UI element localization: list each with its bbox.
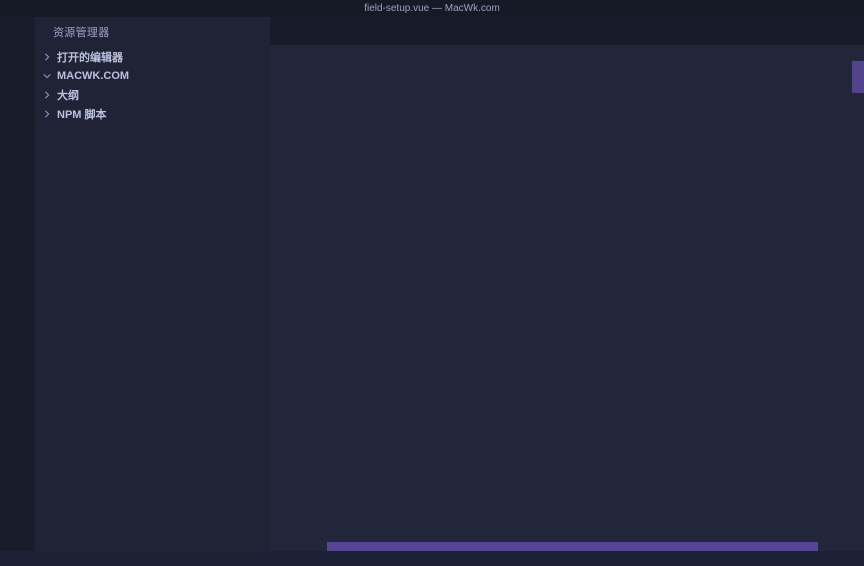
- npm-scripts-section[interactable]: NPM 脚本: [35, 104, 270, 123]
- title-bar: field-setup.vue — MacWk.com: [0, 0, 864, 17]
- breadcrumb: [270, 45, 864, 61]
- window-title: field-setup.vue — MacWk.com: [364, 3, 500, 14]
- code-editor[interactable]: [270, 61, 864, 551]
- open-editors-section[interactable]: 打开的编辑器: [35, 47, 270, 66]
- vertical-scrollbar[interactable]: [852, 61, 864, 93]
- activity-bar: [0, 17, 35, 551]
- chevron-right-icon: [42, 110, 52, 118]
- traffic-lights: [9, 4, 49, 12]
- chevron-right-icon: [42, 53, 52, 61]
- outline-section[interactable]: 大纲: [35, 85, 270, 104]
- chevron-down-icon: [42, 72, 52, 80]
- explorer-title: 资源管理器: [35, 17, 270, 47]
- minimize-window-button[interactable]: [25, 4, 33, 12]
- tab-bar: [270, 17, 864, 45]
- outline-label: 大纲: [57, 87, 79, 103]
- vscode-window: field-setup.vue — MacWk.com 资源管理器 打开的编辑器…: [0, 0, 864, 566]
- horizontal-scrollbar[interactable]: [327, 542, 818, 551]
- minimap[interactable]: [818, 61, 852, 551]
- workspace-section[interactable]: MACWK.COM: [35, 66, 270, 85]
- workspace-label: MACWK.COM: [57, 70, 129, 82]
- open-editors-label: 打开的编辑器: [57, 49, 123, 65]
- close-window-button[interactable]: [9, 4, 17, 12]
- chevron-right-icon: [42, 91, 52, 99]
- zoom-window-button[interactable]: [41, 4, 49, 12]
- explorer-sidebar: 资源管理器 打开的编辑器 MACWK.COM 大纲: [35, 17, 270, 551]
- status-bar: [0, 551, 864, 566]
- npm-scripts-label: NPM 脚本: [57, 106, 107, 122]
- editor-group: [270, 17, 864, 551]
